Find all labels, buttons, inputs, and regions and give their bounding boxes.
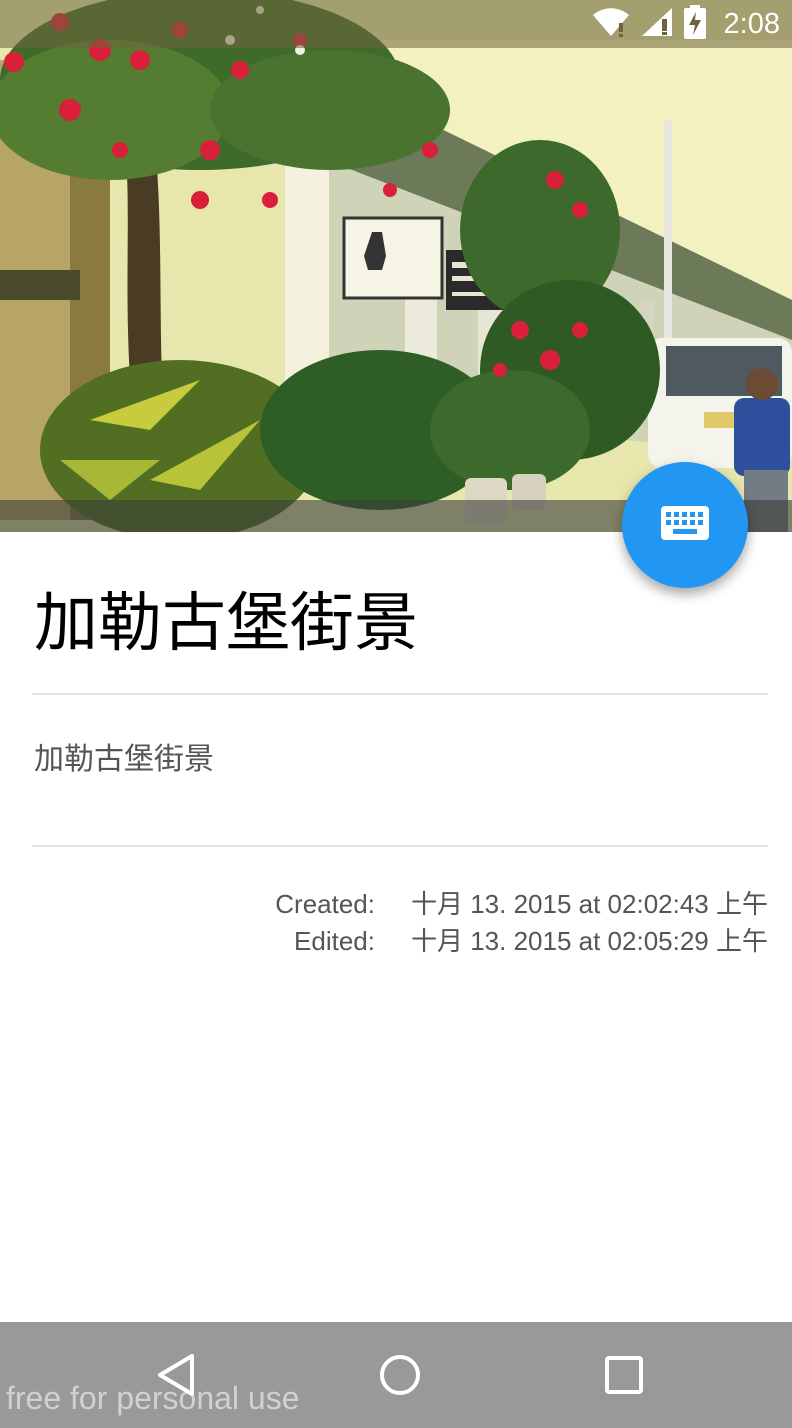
note-title: 加勒古堡街景 <box>34 587 418 661</box>
edited-row: Edited: 十月 13. 2015 at 02:05:29 上午 <box>195 923 768 960</box>
battery-charging-icon <box>683 5 706 43</box>
wifi-icon <box>592 7 630 41</box>
status-icons: 2:08 <box>592 0 780 48</box>
status-time: 2:08 <box>723 7 780 40</box>
title-divider <box>32 693 768 695</box>
recents-icon <box>599 1356 649 1404</box>
created-row: Created: 十月 13. 2015 at 02:02:43 上午 <box>195 886 768 923</box>
edited-label: Edited: <box>294 926 375 956</box>
header-photo <box>0 0 792 532</box>
home-button[interactable] <box>375 1350 425 1400</box>
keyboard-icon <box>661 506 709 544</box>
body-divider <box>32 845 768 847</box>
recents-button[interactable] <box>599 1350 649 1400</box>
watermark-text: free for personal use <box>6 1380 300 1416</box>
status-bar: 2:08 <box>0 0 792 48</box>
edit-keyboard-fab[interactable] <box>622 462 748 588</box>
edited-value: 十月 13. 2015 at 02:05:29 上午 <box>411 926 768 956</box>
created-value: 十月 13. 2015 at 02:02:43 上午 <box>411 889 768 919</box>
note-detail-screen: 2:08 加勒古堡街景 加勒古堡街景 Created: 十月 13. 2015 … <box>0 0 792 1428</box>
street-scene-illustration <box>0 0 792 532</box>
note-metadata: Created: 十月 13. 2015 at 02:02:43 上午 Edit… <box>195 886 768 960</box>
cell-signal-icon <box>640 7 674 41</box>
note-body: 加勒古堡街景 <box>34 742 214 777</box>
created-label: Created: <box>275 889 375 919</box>
home-icon <box>375 1355 425 1404</box>
